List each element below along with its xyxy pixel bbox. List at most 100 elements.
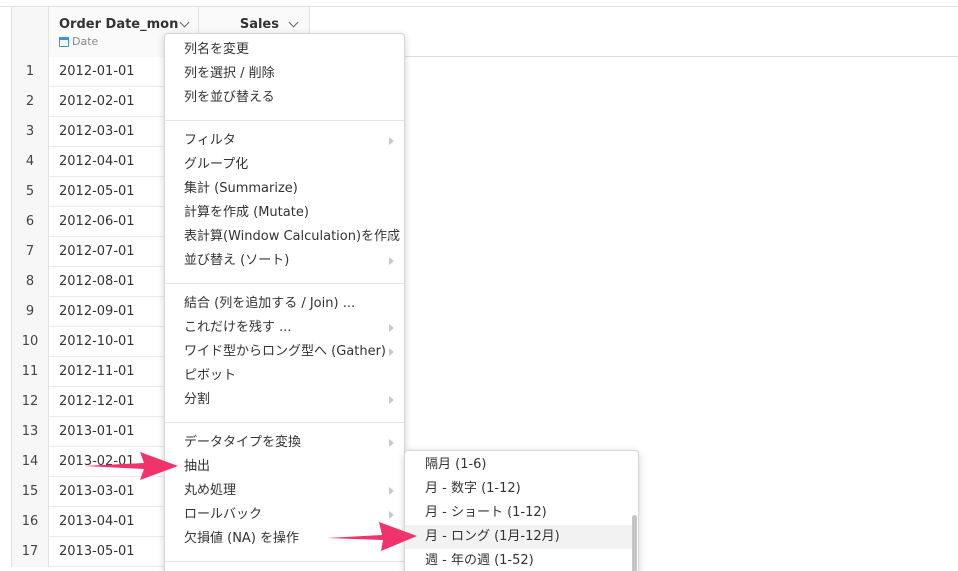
date-cell[interactable]: 2012-06-01 <box>59 207 135 237</box>
menu-item-label: 欠損値 (NA) を操作 <box>184 531 300 546</box>
column-context-menu: 列名を変更 列を選択 / 削除 列を並び替える フィルタ グループ化 集計 (S… <box>164 33 405 571</box>
menu-item-label: 丸め処理 <box>184 483 237 498</box>
menu-item-label: グループ化 <box>184 157 249 172</box>
table-row: 13 2013-01-01 <box>11 417 164 447</box>
row-index: 6 <box>11 207 49 237</box>
menu-item-convert-type[interactable]: データタイプを変換 <box>165 431 404 455</box>
menu-item-label: 列を並び替える <box>184 90 275 105</box>
table-row: 12 2012-12-01 <box>11 387 164 417</box>
date-cell[interactable]: 2012-04-01 <box>59 147 135 177</box>
extract-submenu: 隔月 (1-6) 月 - 数字 (1-12) 月 - ショート (1-12) 月… <box>404 450 639 571</box>
menu-divider <box>165 561 404 562</box>
date-cell[interactable]: 2013-01-01 <box>59 417 135 447</box>
menu-item-gather[interactable]: ワイド型からロング型へ (Gather) <box>165 340 404 364</box>
menu-item-split[interactable]: 分割 <box>165 388 404 412</box>
submenu-arrow-icon <box>389 233 394 241</box>
menu-item-join[interactable]: 結合 (列を追加する / Join) ... <box>165 292 404 316</box>
submenu-item-label: 月 - 数字 (1-12) <box>425 481 521 496</box>
submenu-item-bimonth[interactable]: 隔月 (1-6) <box>405 453 632 477</box>
column-type-text: Date <box>72 35 99 48</box>
submenu-item-label: 隔月 (1-6) <box>425 457 487 472</box>
chevron-down-icon[interactable] <box>179 17 190 28</box>
submenu-arrow-icon <box>389 487 394 495</box>
date-cell[interactable]: 2012-12-01 <box>59 387 135 417</box>
menu-divider <box>165 422 404 423</box>
row-index: 3 <box>11 117 49 147</box>
table-row: 3 2012-03-01 <box>11 117 164 147</box>
menu-divider <box>165 120 404 121</box>
submenu-arrow-icon <box>389 439 394 447</box>
menu-item-label: これだけを残す ... <box>184 320 292 335</box>
row-index: 7 <box>11 237 49 267</box>
menu-item-label: データタイプを変換 <box>184 435 302 450</box>
row-index: 9 <box>11 297 49 327</box>
table-row: 8 2012-08-01 <box>11 267 164 297</box>
table-row: 10 2012-10-01 <box>11 327 164 357</box>
menu-item-round[interactable]: 丸め処理 <box>165 479 404 503</box>
submenu-item-label: 月 - ショート (1-12) <box>425 505 547 520</box>
menu-item-mutate[interactable]: 計算を作成 (Mutate) <box>165 201 404 225</box>
table-row: 11 2012-11-01 <box>11 357 164 387</box>
menu-item-filter[interactable]: フィルタ <box>165 129 404 153</box>
menu-item-summarize[interactable]: 集計 (Summarize) <box>165 177 404 201</box>
date-cell[interactable]: 2013-04-01 <box>59 507 135 537</box>
annotation-arrow-icon <box>84 452 178 480</box>
row-index: 15 <box>11 477 49 507</box>
column-title: Sales <box>239 17 279 32</box>
menu-item-label: 表計算(Window Calculation)を作成 <box>184 229 401 244</box>
date-cell[interactable]: 2012-08-01 <box>59 267 135 297</box>
row-index: 8 <box>11 267 49 297</box>
row-index: 4 <box>11 147 49 177</box>
submenu-arrow-icon <box>389 396 394 404</box>
table-row: 2 2012-02-01 <box>11 87 164 117</box>
menu-item-label: 計算を作成 (Mutate) <box>184 205 309 220</box>
row-index: 11 <box>11 357 49 387</box>
table-row: 7 2012-07-01 <box>11 237 164 267</box>
row-index: 2 <box>11 87 49 117</box>
submenu-arrow-icon <box>389 137 394 145</box>
submenu-item-month-long[interactable]: 月 - ロング (1月-12月) <box>405 525 632 549</box>
menu-item-sort[interactable]: 並び替え (ソート) <box>165 249 404 273</box>
menu-item-keep-only[interactable]: これだけを残す ... <box>165 316 404 340</box>
submenu-item-month-number[interactable]: 月 - 数字 (1-12) <box>405 477 632 501</box>
date-cell[interactable]: 2012-05-01 <box>59 177 135 207</box>
table-row: 9 2012-09-01 <box>11 297 164 327</box>
row-index: 14 <box>11 447 49 477</box>
menu-item-select-delete[interactable]: 列を選択 / 削除 <box>165 62 404 86</box>
menu-item-window-calculation[interactable]: 表計算(Window Calculation)を作成 <box>165 225 404 249</box>
menu-item-label: フィルタ <box>184 133 236 148</box>
menu-item-label: 集計 (Summarize) <box>184 181 298 196</box>
menu-item-pivot[interactable]: ピボット <box>165 364 404 388</box>
menu-item-label: 分割 <box>184 392 211 407</box>
chevron-down-icon[interactable] <box>288 17 299 28</box>
menu-item-reorder[interactable]: 列を並び替える <box>165 86 404 110</box>
date-cell[interactable]: 2012-09-01 <box>59 297 135 327</box>
row-index: 13 <box>11 417 49 447</box>
row-index: 5 <box>11 177 49 207</box>
row-index: 1 <box>11 57 49 87</box>
submenu-item-month-short[interactable]: 月 - ショート (1-12) <box>405 501 632 525</box>
date-cell[interactable]: 2013-05-01 <box>59 537 135 567</box>
submenu-item-label: 月 - ロング (1月-12月) <box>425 529 560 544</box>
date-cell[interactable]: 2012-01-01 <box>59 57 135 87</box>
submenu-item-week-of-year[interactable]: 週 - 年の週 (1-52) <box>405 549 632 571</box>
date-cell[interactable]: 2012-07-01 <box>59 237 135 267</box>
date-cell[interactable]: 2012-02-01 <box>59 87 135 117</box>
menu-item-label: 並び替え (ソート) <box>184 253 290 268</box>
table-row: 6 2012-06-01 <box>11 207 164 237</box>
date-cell[interactable]: 2012-03-01 <box>59 117 135 147</box>
table-row: 17 2013-05-01 <box>11 537 164 567</box>
submenu-scrollbar[interactable] <box>632 515 637 571</box>
column-type-label: Date <box>59 35 98 48</box>
menu-item-extract[interactable]: 抽出 <box>165 455 404 479</box>
date-cell[interactable]: 2012-11-01 <box>59 357 135 387</box>
column-header-row: Order Date_mon Date Sales <box>11 7 958 57</box>
date-cell[interactable]: 2012-10-01 <box>59 327 135 357</box>
table-row: 4 2012-04-01 <box>11 147 164 177</box>
submenu-arrow-icon <box>389 348 394 356</box>
row-index: 17 <box>11 537 49 567</box>
menu-item-rename[interactable]: 列名を変更 <box>165 38 404 62</box>
menu-item-label: 抽出 <box>184 459 211 474</box>
menu-item-group[interactable]: グループ化 <box>165 153 404 177</box>
submenu-item-label: 週 - 年の週 (1-52) <box>425 553 534 568</box>
